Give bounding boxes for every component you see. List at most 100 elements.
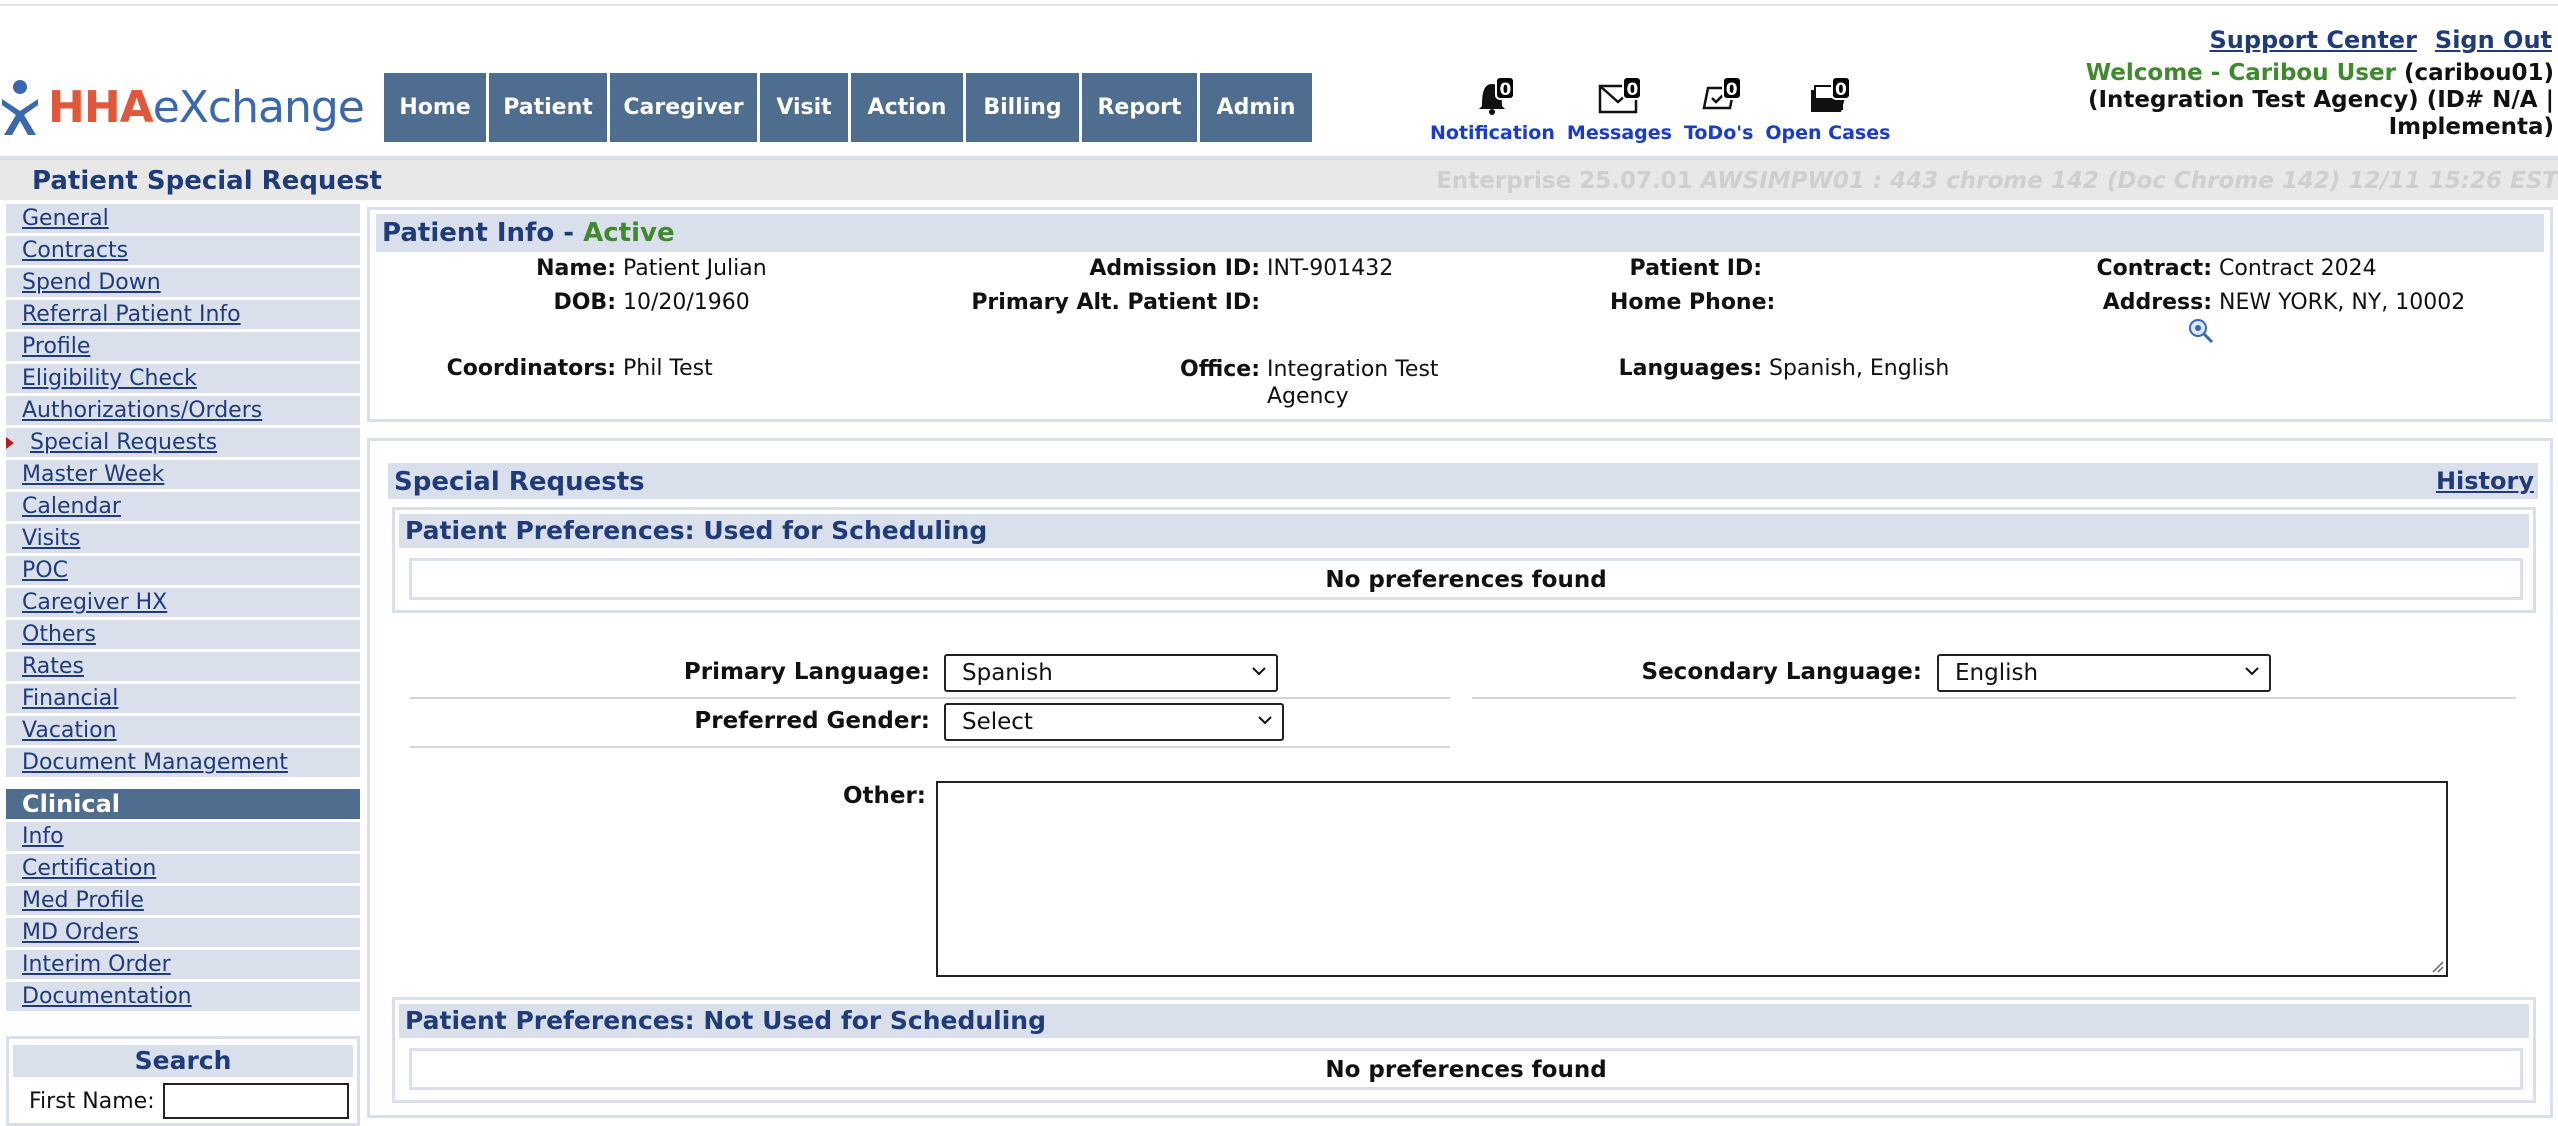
- nav-action[interactable]: Action: [851, 73, 963, 142]
- logo-text-hha: HHA: [48, 81, 154, 133]
- dob-value: 10/20/1960: [623, 290, 750, 315]
- first-name-label: First Name:: [29, 1088, 155, 1114]
- nav-report[interactable]: Report: [1082, 73, 1197, 142]
- sidebar-item-med-profile[interactable]: Med Profile: [6, 886, 360, 915]
- admission-id-value: INT-901432: [1267, 256, 1394, 281]
- form-divider: [410, 697, 1450, 699]
- sidebar-item-special-requests[interactable]: Special Requests: [6, 428, 360, 457]
- patient-sidebar: General Contracts Spend Down Referral Pa…: [6, 204, 360, 1014]
- notification-button[interactable]: 0 Notification: [1430, 72, 1555, 144]
- secondary-language-value: English: [1955, 660, 2039, 686]
- sidebar-item-poc[interactable]: POC: [6, 556, 360, 585]
- preferred-gender-label: Preferred Gender:: [694, 708, 930, 734]
- sidebar-item-referral-patient-info[interactable]: Referral Patient Info: [6, 300, 360, 329]
- todos-button[interactable]: 0 ToDo's: [1684, 72, 1753, 144]
- first-name-input[interactable]: [162, 1083, 349, 1119]
- history-link[interactable]: History: [2436, 467, 2534, 495]
- sidebar-item-eligibility-check[interactable]: Eligibility Check: [6, 364, 360, 393]
- sidebar-item-md-orders[interactable]: MD Orders: [6, 918, 360, 947]
- address-value: NEW YORK, NY, 10002: [2219, 290, 2466, 315]
- sidebar-item-info[interactable]: Info: [6, 822, 360, 851]
- patient-name-value: Patient Julian: [623, 256, 767, 281]
- primary-language-label: Primary Language:: [683, 659, 930, 685]
- welcome-username: (caribou01): [2395, 60, 2554, 86]
- office-field: Office: Integration Test Agency: [1180, 357, 1439, 409]
- map-search-icon[interactable]: [2188, 318, 2214, 344]
- patient-name-field: Name: Patient Julian: [536, 256, 767, 281]
- preferred-gender-value: Select: [962, 709, 1033, 735]
- notification-label: Notification: [1430, 122, 1555, 144]
- top-border: [0, 0, 2558, 6]
- sidebar-item-caregiver-hx[interactable]: Caregiver HX: [6, 588, 360, 617]
- build-details: AWSIMPW01 : 443 chrome 142 (Doc Chrome 1…: [1692, 168, 2558, 194]
- secondary-language-select[interactable]: English: [1937, 654, 2271, 692]
- sidebar-item-general[interactable]: General: [6, 204, 360, 233]
- messages-count: 0: [1622, 76, 1643, 100]
- sidebar-item-financial[interactable]: Financial: [6, 684, 360, 713]
- sidebar-item-others[interactable]: Others: [6, 620, 360, 649]
- welcome-greeting: Welcome - Caribou User: [2085, 60, 2396, 86]
- nav-admin[interactable]: Admin: [1200, 73, 1312, 142]
- form-divider: [1472, 697, 2516, 699]
- office-value: Integration Test: [1267, 357, 1439, 382]
- sidebar-item-authorizations-orders[interactable]: Authorizations/Orders: [6, 396, 360, 425]
- other-label: Other:: [842, 783, 926, 809]
- open-cases-button[interactable]: 0 Open Cases: [1765, 72, 1890, 144]
- home-phone-field: Home Phone:: [1610, 290, 1776, 315]
- form-divider: [410, 746, 1450, 748]
- languages-field: Languages: Spanish, English: [1618, 356, 1950, 381]
- todos-count: 0: [1721, 76, 1742, 100]
- nav-visit[interactable]: Visit: [760, 73, 848, 142]
- sidebar-item-contracts[interactable]: Contracts: [6, 236, 360, 265]
- build-version: Enterprise 25.07.01: [1436, 168, 1693, 194]
- messages-button[interactable]: 0 Messages: [1567, 72, 1672, 144]
- patient-info-panel: Patient Info - Active Name: Patient Juli…: [367, 207, 2553, 422]
- chevron-down-icon: [2245, 667, 2259, 676]
- secondary-language-label: Secondary Language:: [1641, 659, 1922, 685]
- notification-count: 0: [1495, 76, 1516, 100]
- sidebar-item-document-management[interactable]: Document Management: [6, 748, 360, 777]
- nav-caregiver[interactable]: Caregiver: [610, 73, 757, 142]
- patient-search-box: Search First Name:: [6, 1036, 360, 1126]
- preferences-not-used-title: Patient Preferences: Not Used for Schedu…: [399, 1004, 2529, 1038]
- nav-home[interactable]: Home: [384, 73, 486, 142]
- sidebar-item-interim-order[interactable]: Interim Order: [6, 950, 360, 979]
- preferences-not-used-box: Patient Preferences: Not Used for Schedu…: [392, 997, 2536, 1103]
- logo-figure-icon: [2, 80, 38, 135]
- other-textarea[interactable]: [936, 781, 2448, 977]
- welcome-agency: (Integration Test Agency) (ID# N/A |: [2087, 87, 2554, 113]
- special-requests-header: Special Requests History: [388, 463, 2538, 499]
- address-field: Address: NEW YORK, NY, 10002: [2102, 290, 2466, 315]
- preferred-gender-select[interactable]: Select: [944, 703, 1284, 741]
- sidebar-item-spend-down[interactable]: Spend Down: [6, 268, 360, 297]
- coordinators-field: Coordinators: Phil Test: [446, 356, 713, 381]
- preferences-not-used-empty: No preferences found: [409, 1048, 2523, 1090]
- hhaexchange-logo[interactable]: HHAeXchange: [0, 72, 365, 142]
- sidebar-item-profile[interactable]: Profile: [6, 332, 360, 361]
- header-tools: 0 Notification 0 Messages 0 ToDo's 0 Ope…: [1430, 72, 1902, 144]
- sidebar-item-certification[interactable]: Certification: [6, 854, 360, 883]
- build-info: Enterprise 25.07.01 AWSIMPW01 : 443 chro…: [1436, 168, 2558, 194]
- primary-language-select[interactable]: Spanish: [944, 654, 1278, 692]
- nav-billing[interactable]: Billing: [966, 73, 1079, 142]
- resize-handle-icon[interactable]: [2430, 959, 2444, 973]
- messages-label: Messages: [1566, 122, 1672, 144]
- main-nav: Home Patient Caregiver Visit Action Bill…: [384, 73, 1315, 142]
- languages-value: Spanish, English: [1769, 356, 1950, 381]
- sidebar-item-visits[interactable]: Visits: [6, 524, 360, 553]
- sidebar-item-master-week[interactable]: Master Week: [6, 460, 360, 489]
- sidebar-item-vacation[interactable]: Vacation: [6, 716, 360, 745]
- support-center-link[interactable]: Support Center: [2209, 26, 2416, 54]
- header-links: Support Center Sign Out: [2191, 26, 2552, 54]
- nav-patient[interactable]: Patient: [489, 73, 607, 142]
- sign-out-link[interactable]: Sign Out: [2435, 26, 2552, 54]
- welcome-text: Welcome - Caribou User (caribou01) (Inte…: [2086, 60, 2554, 141]
- sidebar-clinical-header: Clinical: [6, 789, 360, 819]
- sidebar-item-documentation[interactable]: Documentation: [6, 982, 360, 1011]
- sidebar-item-rates[interactable]: Rates: [6, 652, 360, 681]
- dob-field: DOB: 10/20/1960: [553, 290, 750, 315]
- special-requests-title: Special Requests: [394, 467, 645, 497]
- sidebar-item-calendar[interactable]: Calendar: [6, 492, 360, 521]
- alt-patient-id-field: Primary Alt. Patient ID:: [971, 290, 1260, 315]
- welcome-implementa: Implementa): [2388, 114, 2554, 140]
